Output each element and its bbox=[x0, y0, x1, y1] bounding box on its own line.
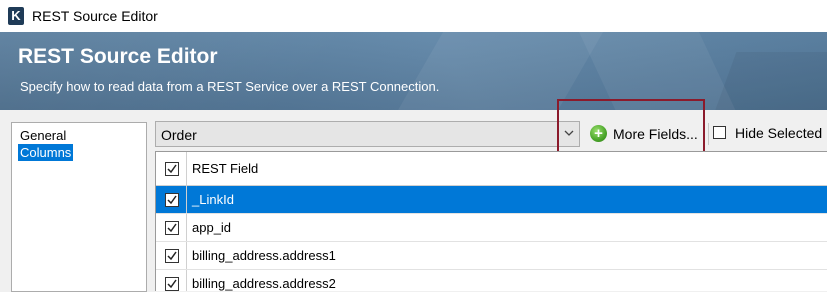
row-checkbox[interactable] bbox=[165, 276, 179, 291]
row-checkbox[interactable] bbox=[165, 220, 179, 235]
section-nav-list: General Columns bbox=[11, 122, 147, 292]
object-select[interactable]: Order bbox=[155, 121, 580, 147]
callout-highlight-box bbox=[557, 99, 705, 156]
page-title: REST Source Editor bbox=[18, 45, 218, 68]
table-row[interactable]: billing_address.address2 bbox=[156, 270, 827, 291]
nav-item-general[interactable]: General bbox=[18, 127, 68, 144]
object-select-value: Order bbox=[161, 127, 197, 143]
field-name: billing_address.address1 bbox=[192, 247, 336, 263]
hide-selected-checkbox[interactable] bbox=[713, 126, 726, 139]
column-header-rest-field[interactable]: REST Field bbox=[192, 161, 258, 176]
app-logo-icon: K bbox=[8, 7, 24, 25]
row-checkbox[interactable] bbox=[165, 192, 179, 207]
toolbar-divider bbox=[708, 123, 709, 145]
checkmark-icon bbox=[167, 223, 177, 232]
fields-grid: REST Field _LinkId app_id billing_addres… bbox=[155, 151, 827, 291]
table-row[interactable]: _LinkId bbox=[156, 186, 827, 214]
window-title: REST Source Editor bbox=[32, 8, 158, 24]
checkmark-icon bbox=[167, 279, 177, 288]
checkmark-icon bbox=[167, 195, 177, 204]
hide-selected-label[interactable]: Hide Selected bbox=[735, 125, 822, 141]
field-name: _LinkId bbox=[192, 191, 234, 207]
page-subtitle: Specify how to read data from a REST Ser… bbox=[20, 79, 440, 94]
grid-header: REST Field bbox=[156, 152, 827, 186]
field-name: app_id bbox=[192, 219, 232, 235]
checkmark-icon bbox=[167, 251, 177, 260]
row-check-cell bbox=[156, 186, 187, 213]
field-name: billing_address.address2 bbox=[192, 275, 336, 291]
header-check-cell bbox=[156, 152, 187, 185]
select-all-checkbox[interactable] bbox=[165, 161, 179, 176]
row-checkbox[interactable] bbox=[165, 248, 179, 263]
nav-item-columns[interactable]: Columns bbox=[18, 144, 74, 161]
row-check-cell bbox=[156, 270, 187, 291]
row-check-cell bbox=[156, 242, 187, 269]
checkmark-icon bbox=[167, 164, 177, 173]
window-title-bar: K REST Source Editor bbox=[0, 0, 827, 32]
row-check-cell bbox=[156, 214, 187, 241]
table-row[interactable]: billing_address.address1 bbox=[156, 242, 827, 270]
table-row[interactable]: app_id bbox=[156, 214, 827, 242]
